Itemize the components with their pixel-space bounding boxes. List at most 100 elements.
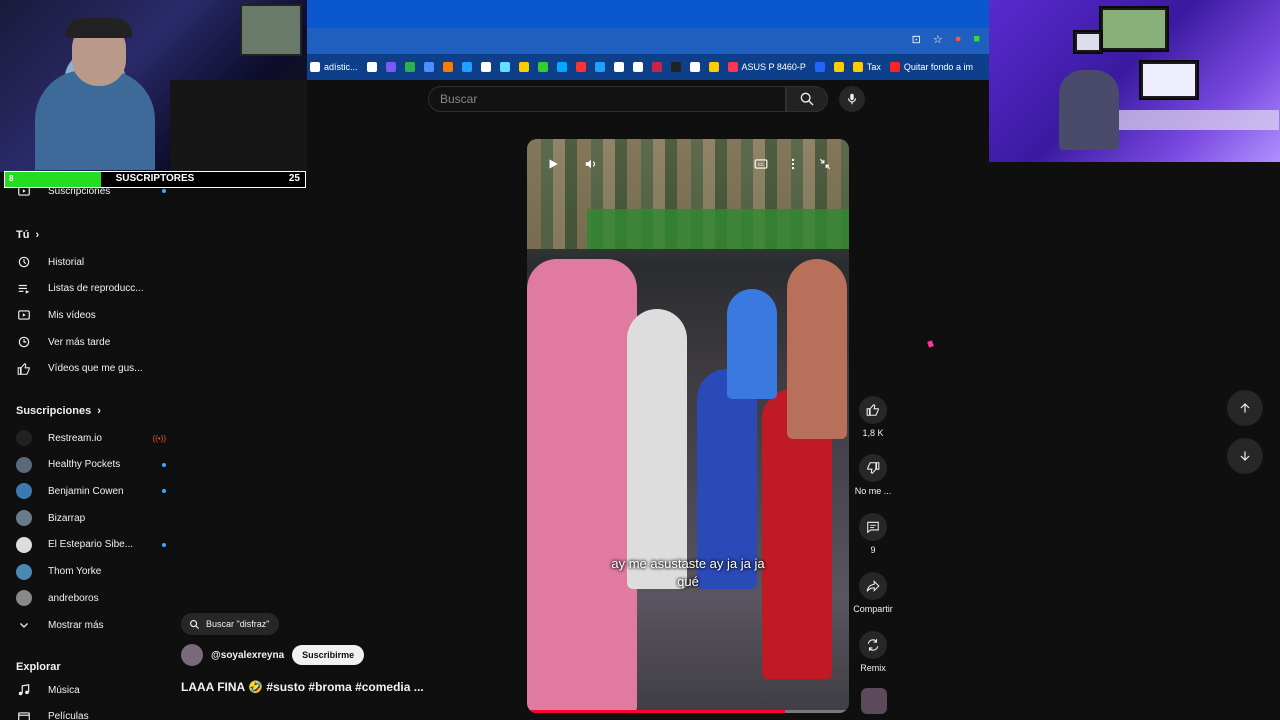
- caption-line: ay me asustaste ay ja ja ja: [611, 556, 765, 571]
- bookmark-favicon-icon: [651, 62, 662, 72]
- bookmark-item[interactable]: [537, 62, 548, 72]
- captions-icon: CC: [754, 159, 768, 169]
- new-content-dot: [162, 462, 166, 467]
- sidebar-item-label: Mis vídeos: [48, 309, 96, 321]
- webcam-overlay: [0, 0, 307, 172]
- sidebar-subscription-item[interactable]: Thom Yorke: [16, 561, 166, 583]
- subscriber-goal-label: SUSCRIPTORES: [115, 173, 195, 184]
- watch-later-icon: [16, 334, 32, 350]
- play-icon: [549, 159, 558, 169]
- next-short-button[interactable]: [1227, 438, 1263, 474]
- microphone-icon: [847, 93, 857, 105]
- voice-search-button[interactable]: [839, 86, 865, 112]
- sidebar-subscription-item[interactable]: Benjamin Cowen: [16, 480, 166, 502]
- sidebar-item[interactable]: Historial: [16, 251, 166, 273]
- bookmark-item[interactable]: [404, 62, 415, 72]
- bookmark-item[interactable]: Quitar fondo a im: [889, 62, 973, 72]
- previous-short-button[interactable]: [1227, 390, 1263, 426]
- bookmark-item[interactable]: [670, 62, 681, 72]
- sidebar-section-you[interactable]: Tú ›: [16, 229, 39, 241]
- my-videos-icon: [16, 307, 32, 323]
- sidebar-item[interactable]: Películas: [16, 706, 166, 720]
- video-frame-background: [587, 209, 849, 249]
- sidebar-item[interactable]: Vídeos que me gus...: [16, 358, 166, 380]
- bookmark-label: ASUS P 8460-P: [741, 62, 806, 72]
- bookmark-favicon-icon: [404, 62, 415, 72]
- bookmark-item[interactable]: [594, 62, 605, 72]
- bookmark-item[interactable]: ASUS P 8460-P: [727, 62, 806, 72]
- bookmark-item[interactable]: [833, 62, 844, 72]
- bookmark-star-icon[interactable]: ☆: [933, 33, 943, 46]
- channel-avatar: [16, 563, 32, 580]
- volume-button[interactable]: [580, 153, 602, 175]
- remix-button[interactable]: Remix: [853, 631, 893, 673]
- comment-count: 9: [870, 545, 876, 555]
- install-app-icon[interactable]: ⊡: [912, 33, 921, 46]
- sidebar-subscription-item[interactable]: Bizarrap: [16, 507, 166, 529]
- bookmark-item[interactable]: [385, 62, 396, 72]
- sidebar-item-label: Ver más tarde: [48, 336, 111, 348]
- bookmark-item[interactable]: [499, 62, 510, 72]
- extension-icon[interactable]: ■: [973, 33, 980, 46]
- history-icon: [16, 254, 32, 270]
- extension-icon[interactable]: ●: [955, 33, 962, 46]
- search-button[interactable]: [786, 86, 828, 112]
- sidebar-item[interactable]: Listas de reproducc...: [16, 278, 166, 300]
- bookmark-item[interactable]: [651, 62, 662, 72]
- bookmark-item[interactable]: [689, 62, 700, 72]
- avatar[interactable]: [181, 644, 203, 666]
- more-options-button[interactable]: [782, 153, 804, 175]
- avatar: [16, 430, 32, 446]
- bookmark-item[interactable]: [708, 62, 719, 72]
- bookmark-item[interactable]: [814, 62, 825, 72]
- search-input[interactable]: Buscar: [428, 86, 786, 112]
- sidebar-item-label: Listas de reproducc...: [48, 283, 144, 295]
- fullscreen-button[interactable]: [814, 153, 836, 175]
- share-button[interactable]: Compartir: [853, 572, 893, 614]
- audio-thumbnail[interactable]: [861, 688, 887, 714]
- bookmark-item[interactable]: [442, 62, 453, 72]
- play-button[interactable]: [542, 153, 564, 175]
- bookmark-label: Quitar fondo a im: [903, 62, 973, 72]
- bookmark-item[interactable]: [518, 62, 529, 72]
- bookmark-item[interactable]: [423, 62, 434, 72]
- short-video-player[interactable]: CC ay me asustaste ay ja ja ja qué: [527, 139, 849, 713]
- sidebar-subscription-item[interactable]: Healthy Pockets: [16, 454, 166, 476]
- bookmark-item[interactable]: adístic...: [310, 62, 358, 72]
- bookmark-item[interactable]: [575, 62, 586, 72]
- bookmark-item[interactable]: [556, 62, 567, 72]
- bookmark-item[interactable]: [366, 62, 377, 72]
- bookmark-label: adístic...: [324, 62, 358, 72]
- sidebar-item[interactable]: Música: [16, 679, 166, 701]
- subscribe-button[interactable]: Suscribirme: [292, 645, 365, 665]
- bookmark-item[interactable]: [613, 62, 624, 72]
- bookmark-item[interactable]: [480, 62, 491, 72]
- bookmark-favicon-icon: [518, 62, 529, 72]
- search-suggestion-chip[interactable]: Buscar "disfraz": [181, 613, 280, 635]
- show-more-button[interactable]: Mostrar más: [16, 614, 166, 636]
- sidebar-item[interactable]: Mis vídeos: [16, 304, 166, 326]
- search-icon: [800, 92, 814, 106]
- sidebar-subscription-item[interactable]: El Estepario Sibe...: [16, 534, 166, 556]
- avatar: [16, 563, 32, 580]
- video-title[interactable]: LAAA FINA 🤣 #susto #broma #comedia ...: [181, 680, 424, 694]
- captions-button[interactable]: CC: [750, 153, 772, 175]
- bookmark-favicon-icon: [833, 62, 844, 72]
- video-progress-bar[interactable]: [527, 710, 849, 713]
- bookmark-item[interactable]: Tax: [852, 62, 881, 72]
- bookmark-item[interactable]: [461, 62, 472, 72]
- thumb-up-icon: [866, 404, 879, 416]
- channel-name[interactable]: @soyalexreyna: [211, 650, 284, 661]
- like-button[interactable]: 1,8 K: [853, 396, 893, 438]
- thumb-down-icon: [867, 462, 880, 474]
- sidebar-subscription-item[interactable]: Restream.io ((•)): [16, 427, 166, 449]
- channel-avatar: [16, 430, 32, 446]
- bookmark-item[interactable]: [632, 62, 643, 72]
- sidebar-section-subscriptions[interactable]: Suscripciones ›: [16, 405, 101, 417]
- sidebar-item-label: Vídeos que me gus...: [48, 363, 143, 375]
- dislike-button[interactable]: No me ...: [853, 454, 893, 496]
- bookmark-favicon-icon: [670, 62, 681, 72]
- sidebar-item[interactable]: Ver más tarde: [16, 331, 166, 353]
- comments-button[interactable]: 9: [853, 513, 893, 555]
- sidebar-subscription-item[interactable]: andreboros: [16, 587, 166, 609]
